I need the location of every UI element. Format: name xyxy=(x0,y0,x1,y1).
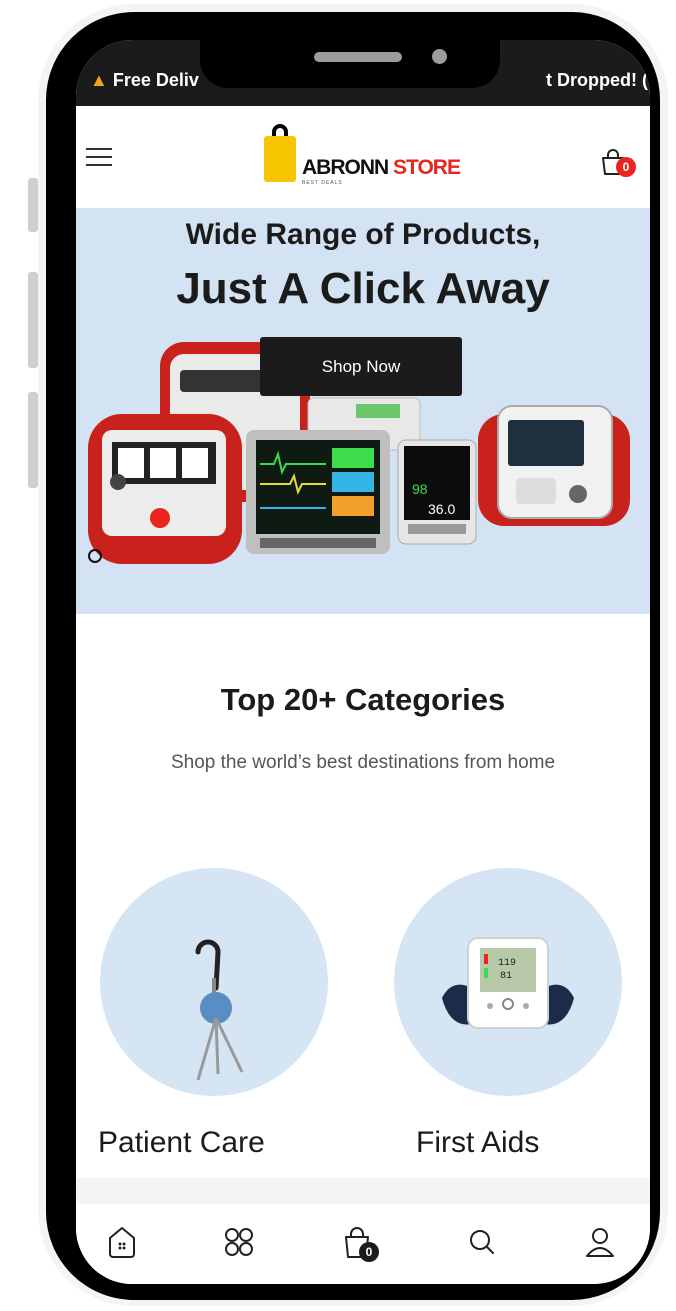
store-logo[interactable]: ABRONN STORE BEST DEALS xyxy=(264,124,461,188)
category-label-patient-care[interactable]: Patient Care xyxy=(98,1126,265,1160)
category-patient-care[interactable] xyxy=(100,868,328,1096)
bottom-separator xyxy=(76,1178,650,1204)
carousel-indicator-dot[interactable] xyxy=(88,549,102,563)
svg-text:119: 119 xyxy=(498,958,516,969)
hamburger-menu-icon[interactable] xyxy=(86,148,112,168)
announcement-right-text: t Dropped! ( xyxy=(546,70,648,90)
phone-screen: ▲ Free Deliv t Dropped! ( ABRONN STORE B… xyxy=(76,40,650,1284)
category-first-aids[interactable]: 119 81 xyxy=(394,868,622,1096)
categories-title: Top 20+ Categories xyxy=(220,682,506,717)
search-icon[interactable] xyxy=(462,1222,502,1262)
bottom-cart-icon[interactable]: 0 xyxy=(339,1222,379,1262)
hero-medical-devices-image: 98 36.0 xyxy=(88,342,630,564)
blood-pressure-monitor-icon: 119 81 xyxy=(442,937,574,1029)
phone-volume-up-button xyxy=(28,272,38,368)
monitor-reading-2: 98 xyxy=(412,481,428,497)
announcement-left: ▲ Free Deliv xyxy=(90,70,199,91)
account-icon[interactable] xyxy=(580,1222,620,1262)
category-label-first-aids[interactable]: First Aids xyxy=(416,1126,539,1160)
shop-now-button[interactable]: Shop Now xyxy=(260,337,462,396)
home-icon[interactable] xyxy=(102,1222,142,1262)
bottom-navigation-bar: 0 xyxy=(76,1204,650,1284)
logo-tagline: BEST DEALS xyxy=(302,180,343,186)
categories-icon[interactable] xyxy=(219,1222,259,1262)
header-cart-badge: 0 xyxy=(616,157,636,177)
categories-subtitle: Shop the world’s best destinations from … xyxy=(170,752,556,773)
announcement-left-text: Free Deliv xyxy=(112,70,199,90)
site-header: ABRONN STORE BEST DEALS 0 xyxy=(76,106,650,208)
phone-notch xyxy=(200,32,500,88)
monitor-reading-1: 36.0 xyxy=(428,501,455,517)
bottom-cart-badge: 0 xyxy=(359,1242,379,1262)
phone-side-button xyxy=(28,178,38,232)
logo-bag-icon xyxy=(264,136,296,182)
walking-cane-icon xyxy=(195,939,244,1081)
speaker-grille xyxy=(314,52,402,62)
logo-wordmark: ABRONN STORE xyxy=(302,156,461,179)
header-cart-icon[interactable]: 0 xyxy=(598,143,638,179)
phone-volume-down-button xyxy=(28,392,38,488)
fire-icon: ▲ xyxy=(90,70,108,90)
svg-text:81: 81 xyxy=(500,971,512,982)
front-camera xyxy=(432,49,447,64)
hero-banner: Wide Range of Products, Just A Click Awa… xyxy=(76,208,650,614)
